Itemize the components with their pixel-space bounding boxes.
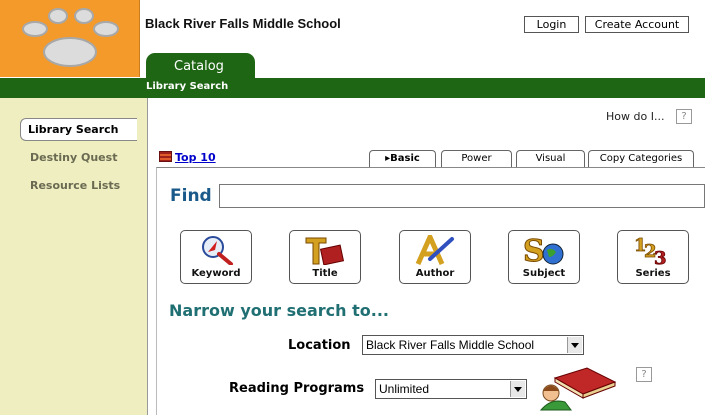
series-search-button[interactable]: 1 2 3 Series bbox=[617, 230, 689, 284]
chevron-down-icon[interactable] bbox=[510, 381, 525, 397]
tab-power[interactable]: Power bbox=[441, 150, 512, 167]
narrow-search-heading: Narrow your search to... bbox=[169, 301, 389, 320]
create-account-button[interactable]: Create Account bbox=[585, 16, 689, 33]
reading-programs-select[interactable]: Unlimited bbox=[375, 379, 527, 399]
paw-logo-icon bbox=[22, 8, 119, 67]
subject-search-button[interactable]: S Subject bbox=[508, 230, 580, 284]
reading-programs-value: Unlimited bbox=[379, 382, 430, 396]
title-book-icon bbox=[305, 237, 345, 265]
author-label: Author bbox=[415, 268, 455, 279]
sub-nav-library-search[interactable]: Library Search bbox=[146, 81, 228, 92]
sidebar-item-destiny-quest[interactable]: Destiny Quest bbox=[30, 151, 117, 164]
sidebar: Library Search Destiny Quest Resource Li… bbox=[0, 98, 147, 415]
school-logo bbox=[0, 0, 140, 77]
series-label: Series bbox=[635, 268, 671, 279]
subject-label: Subject bbox=[522, 268, 566, 279]
subject-globe-icon: S bbox=[523, 235, 564, 265]
find-label: Find bbox=[170, 186, 212, 206]
author-pen-icon bbox=[415, 235, 454, 265]
tab-copy-categories[interactable]: Copy Categories bbox=[588, 150, 694, 167]
series-numbers-icon: 1 2 3 bbox=[634, 235, 667, 265]
top10-label: Top 10 bbox=[175, 151, 216, 164]
reading-programs-label: Reading Programs bbox=[229, 381, 365, 396]
svg-text:S: S bbox=[523, 235, 545, 265]
help-icon[interactable]: ? bbox=[676, 109, 692, 124]
find-input[interactable] bbox=[219, 184, 705, 208]
sidebar-item-library-search[interactable]: Library Search bbox=[20, 118, 137, 141]
login-button[interactable]: Login bbox=[524, 16, 579, 33]
title-search-button[interactable]: Title bbox=[289, 230, 361, 284]
how-do-i-link[interactable]: How do I... bbox=[606, 110, 664, 123]
reading-programs-help-icon[interactable]: ? bbox=[636, 367, 652, 382]
location-select[interactable]: Black River Falls Middle School bbox=[362, 335, 584, 355]
tab-catalog[interactable]: Catalog bbox=[146, 53, 255, 79]
tab-visual[interactable]: Visual bbox=[516, 150, 585, 167]
nav-bar: Library Search bbox=[0, 78, 705, 98]
location-value: Black River Falls Middle School bbox=[366, 338, 535, 352]
location-label: Location bbox=[288, 338, 351, 353]
sidebar-item-resource-lists[interactable]: Resource Lists bbox=[30, 179, 120, 192]
chevron-down-icon[interactable] bbox=[567, 337, 582, 353]
school-name: Black River Falls Middle School bbox=[145, 16, 341, 31]
books-stack-icon bbox=[159, 151, 172, 162]
content-divider bbox=[147, 98, 148, 415]
magnifier-compass-icon bbox=[202, 236, 233, 265]
title-label: Title bbox=[312, 268, 338, 279]
author-search-button[interactable]: Author bbox=[399, 230, 471, 284]
keyword-search-button[interactable]: Keyword bbox=[180, 230, 252, 284]
keyword-label: Keyword bbox=[191, 268, 241, 279]
reading-child-icon bbox=[539, 367, 617, 411]
svg-text:3: 3 bbox=[654, 248, 667, 265]
tab-basic[interactable]: ▸Basic bbox=[369, 150, 436, 167]
top10-link[interactable]: Top 10 bbox=[159, 151, 216, 164]
